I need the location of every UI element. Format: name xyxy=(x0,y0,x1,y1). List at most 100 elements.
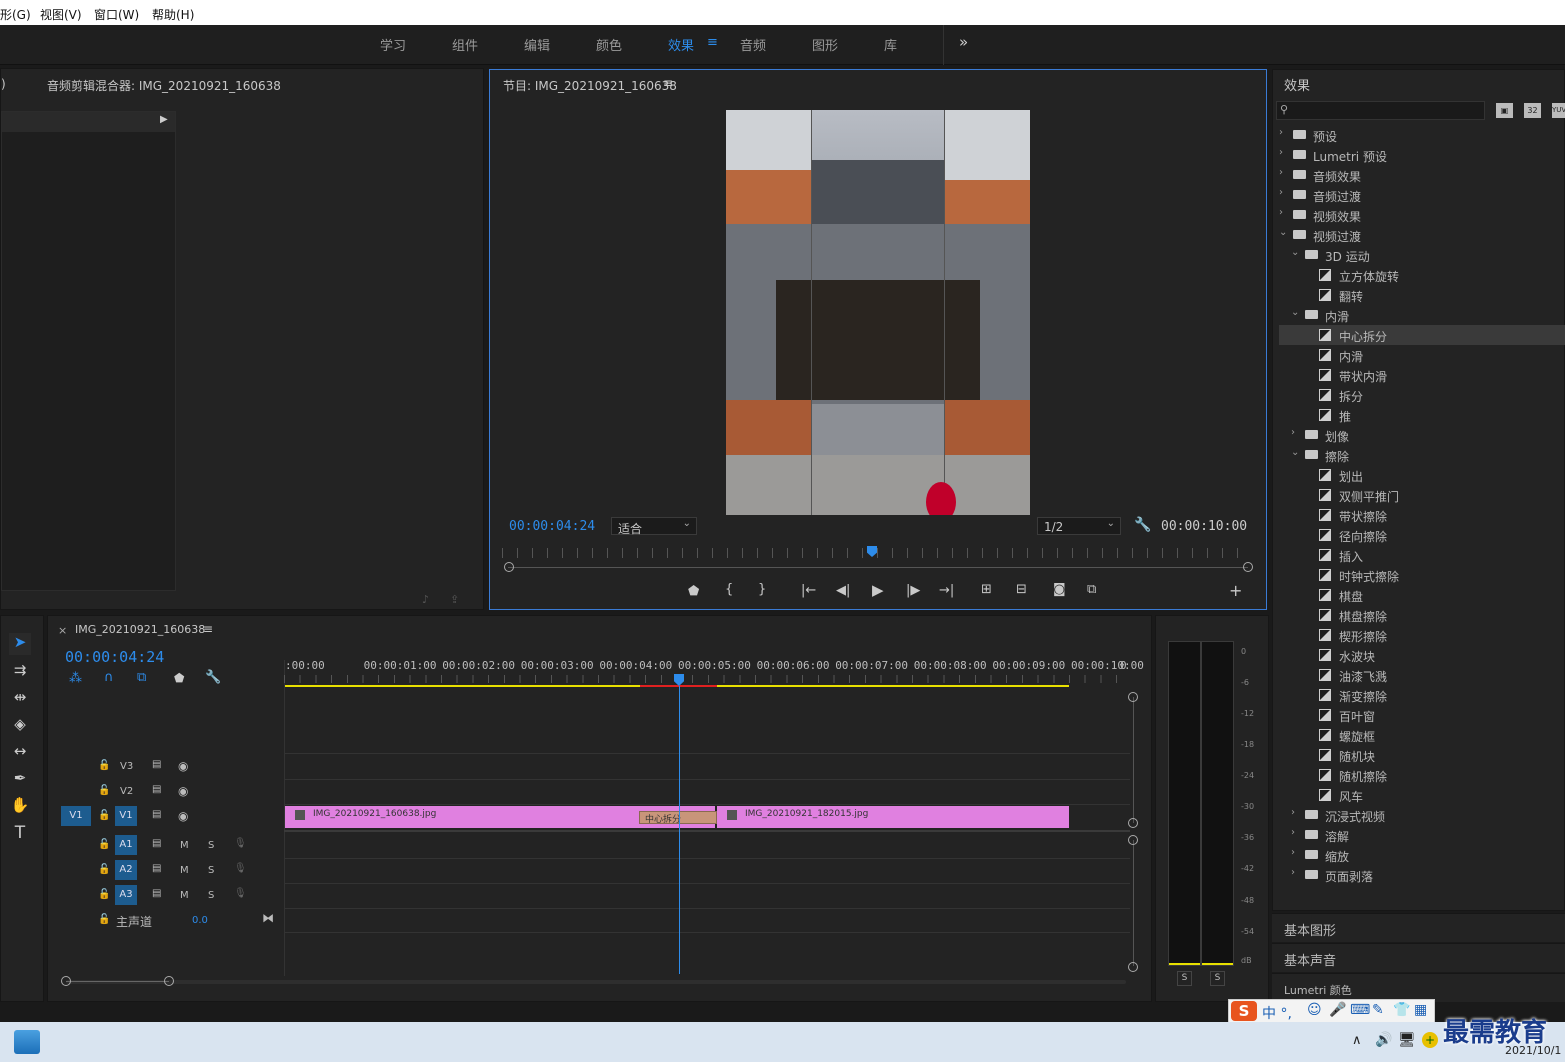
mark-in-icon[interactable]: { xyxy=(725,582,733,597)
program-playhead-timecode[interactable]: 00:00:04:24 xyxy=(509,519,595,534)
lock-icon[interactable]: 🔓 xyxy=(98,839,110,850)
comparison-view-icon[interactable]: ⧉ xyxy=(1087,582,1096,597)
network-icon[interactable]: 🖥 xyxy=(1398,1032,1416,1048)
menu-graphics[interactable]: 形(G) xyxy=(0,6,31,23)
keyboard-icon[interactable]: ⌨ xyxy=(1350,1002,1370,1018)
step-forward-icon[interactable]: |▶ xyxy=(906,583,920,598)
effects-item[interactable]: 螺旋框 xyxy=(1279,725,1565,745)
effects-folder[interactable]: ⌄ 3D 运动 xyxy=(1279,245,1565,265)
program-zoom-bar[interactable] xyxy=(508,567,1248,568)
timeline-playhead-line[interactable] xyxy=(679,686,680,974)
speaker-icon[interactable]: 🔊 xyxy=(1375,1032,1392,1048)
effects-folder[interactable]: › 音频过渡 xyxy=(1279,185,1565,205)
sync-lock-icon[interactable]: ▤ xyxy=(152,888,161,899)
timeline-hscroll-handle-left[interactable] xyxy=(61,976,71,986)
effects-item[interactable]: 棋盘擦除 xyxy=(1279,605,1565,625)
sync-lock-icon[interactable]: ▤ xyxy=(152,838,161,849)
effects-item[interactable]: 渐变擦除 xyxy=(1279,685,1565,705)
workspace-tab-audio[interactable]: 音频 xyxy=(740,35,766,54)
program-monitor-menu-icon[interactable]: ≡ xyxy=(663,76,673,90)
timeline-hscroll-thumb[interactable] xyxy=(66,981,169,982)
chevron-right-icon[interactable]: › xyxy=(1279,167,1283,178)
accelerated-effects-icon[interactable]: ▣ xyxy=(1496,103,1513,118)
effects-folder[interactable]: ⌄ 擦除 xyxy=(1279,445,1565,465)
master-volume-value[interactable]: 0.0 xyxy=(192,915,208,926)
chevron-right-icon[interactable]: › xyxy=(1279,127,1283,138)
mute-button-a1[interactable]: M xyxy=(180,840,189,851)
sync-lock-icon[interactable]: ▤ xyxy=(152,863,161,874)
master-jump-icon[interactable]: ⧓ xyxy=(262,911,274,925)
export-frame-camera-icon[interactable]: ◙ xyxy=(1053,582,1066,597)
lock-icon[interactable]: 🔓 xyxy=(98,760,110,771)
essential-graphics-panel[interactable]: 基本图形 xyxy=(1272,913,1565,942)
workspace-tab-libraries[interactable]: 库 xyxy=(884,35,897,54)
pen-tool-icon[interactable]: ✒ xyxy=(9,769,31,791)
grid-menu-icon[interactable]: ▦ xyxy=(1414,1002,1427,1018)
program-resolution-dropdown[interactable]: 1/2 ⌄ xyxy=(1037,517,1121,535)
video-vscroll-track[interactable] xyxy=(1133,697,1134,823)
emoji-icon[interactable]: ☺ xyxy=(1307,1002,1322,1018)
step-back-icon[interactable]: ◀| xyxy=(836,583,850,598)
add-marker-icon[interactable]: ⬟ xyxy=(688,584,699,599)
effects-item[interactable]: 时钟式擦除 xyxy=(1279,565,1565,585)
type-tool-icon[interactable]: T xyxy=(9,823,31,845)
chevron-down-icon[interactable]: ⌄ xyxy=(1291,447,1299,458)
chevron-right-icon[interactable]: › xyxy=(1291,847,1295,858)
program-zoom-handle-right[interactable] xyxy=(1243,562,1253,572)
mute-button-a3[interactable]: M xyxy=(180,890,189,901)
effects-item[interactable]: 中心拆分 xyxy=(1279,325,1565,345)
taskbar-app-icon[interactable] xyxy=(14,1030,40,1054)
selection-tool-icon[interactable]: ➤ xyxy=(9,633,31,655)
effects-folder[interactable]: › 溶解 xyxy=(1279,825,1565,845)
hand-tool-icon[interactable]: ✋ xyxy=(9,796,31,818)
workspace-tab-assembly[interactable]: 组件 xyxy=(452,35,478,54)
audio-vscroll-handle-top[interactable] xyxy=(1128,835,1138,845)
audio-mixer-loop-icon[interactable]: ♪ xyxy=(422,593,429,606)
effects-item[interactable]: 拆分 xyxy=(1279,385,1565,405)
video-vscroll-handle-top[interactable] xyxy=(1128,692,1138,702)
play-triangle-icon[interactable]: ▶ xyxy=(160,114,168,125)
meter-solo-left[interactable]: S xyxy=(1177,971,1192,986)
eye-icon[interactable]: ◉ xyxy=(178,759,188,773)
timeline-playhead-timecode[interactable]: 00:00:04:24 xyxy=(65,648,164,666)
clip-2[interactable]: IMG_20210921_182015.jpg xyxy=(717,806,1069,828)
tools-icon[interactable]: ✎ xyxy=(1372,1002,1384,1018)
sync-lock-icon[interactable]: ▤ xyxy=(152,784,161,795)
sogou-logo-icon[interactable]: S xyxy=(1231,1001,1257,1021)
solo-button-a3[interactable]: S xyxy=(208,890,214,901)
video-vscroll-handle-bottom[interactable] xyxy=(1128,818,1138,828)
snap-magnet-icon[interactable]: ∩ xyxy=(104,670,114,685)
lock-icon[interactable]: 🔓 xyxy=(98,864,110,875)
workspace-tab-color[interactable]: 颜色 xyxy=(596,35,622,54)
chevron-right-icon[interactable]: › xyxy=(1291,867,1295,878)
track-target-a2[interactable]: A2 xyxy=(115,860,137,880)
audio-mixer-export-icon[interactable]: ⇪ xyxy=(450,593,459,606)
yuv-effects-icon[interactable]: YUV xyxy=(1552,103,1565,118)
effects-folder[interactable]: › 划像 xyxy=(1279,425,1565,445)
solo-button-a2[interactable]: S xyxy=(208,865,214,876)
go-to-out-icon[interactable]: →| xyxy=(939,583,954,598)
skin-icon[interactable]: 👕 xyxy=(1393,1002,1410,1018)
effects-item[interactable]: 棋盘 xyxy=(1279,585,1565,605)
lock-icon[interactable]: 🔓 xyxy=(98,914,110,925)
chevron-right-icon[interactable]: › xyxy=(1279,207,1283,218)
menu-view[interactable]: 视图(V) xyxy=(40,6,82,23)
sync-lock-icon[interactable]: ▤ xyxy=(152,809,161,820)
lift-icon[interactable]: ⊞ xyxy=(981,582,992,597)
slip-tool-icon[interactable]: ↔ xyxy=(9,742,31,764)
source-patch-v1[interactable]: V1 xyxy=(61,806,91,826)
effects-item[interactable]: 翻转 xyxy=(1279,285,1565,305)
timeline-settings-wrench-icon[interactable]: 🔧 xyxy=(205,670,221,685)
effects-item[interactable]: 百叶窗 xyxy=(1279,705,1565,725)
effects-item[interactable]: 风车 xyxy=(1279,785,1565,805)
effects-item[interactable]: 插入 xyxy=(1279,545,1565,565)
effects-item[interactable]: 内滑 xyxy=(1279,345,1565,365)
wrench-settings-icon[interactable]: 🔧 xyxy=(1134,517,1151,533)
tray-chevron-up-icon[interactable]: ∧ xyxy=(1352,1033,1362,1048)
audio-vscroll-track[interactable] xyxy=(1133,840,1134,966)
timeline-menu-icon[interactable]: ≡ xyxy=(203,622,213,636)
mark-out-icon[interactable]: } xyxy=(758,582,766,597)
effects-folder[interactable]: › Lumetri 预设 xyxy=(1279,145,1565,165)
effects-item[interactable]: 带状擦除 xyxy=(1279,505,1565,525)
effects-item[interactable]: 水波块 xyxy=(1279,645,1565,665)
